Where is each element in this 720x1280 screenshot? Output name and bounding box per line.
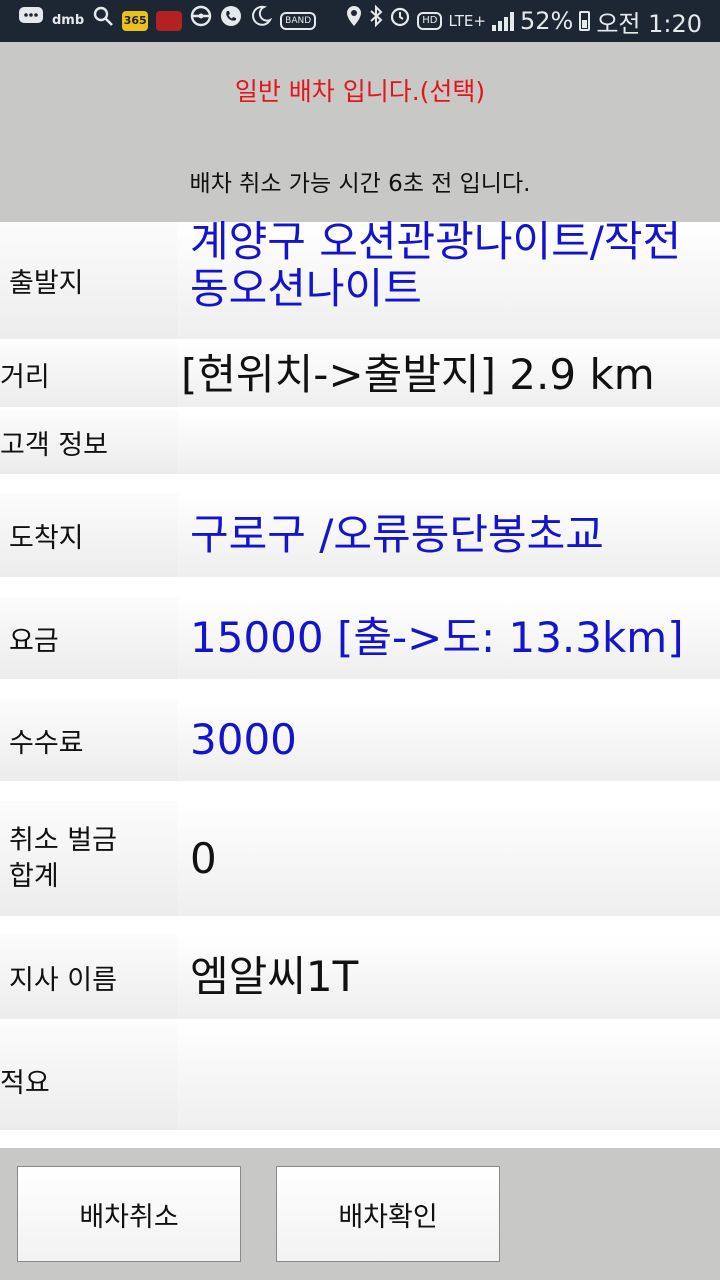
battery-percent: 52% bbox=[519, 7, 574, 35]
message-icon bbox=[18, 0, 44, 42]
clock: 오전 1:20 bbox=[596, 9, 702, 38]
band-icon: BAND bbox=[280, 12, 317, 30]
penalty-value: 0 bbox=[190, 833, 217, 883]
branch-value: 엠알씨1T bbox=[190, 952, 359, 1002]
cancel-dispatch-button[interactable]: 배차취소 bbox=[17, 1166, 241, 1262]
branch-label: 지사 이름 bbox=[0, 935, 178, 1019]
row-distance: 거리 [현위치->출발지] 2.9 km bbox=[0, 342, 720, 407]
departure-cell: 계양구 오션관광나이트/작전동오션나이트 bbox=[181, 218, 720, 339]
row-departure: 출발지 계양구 오션관광나이트/작전동오션나이트 bbox=[0, 218, 720, 339]
branch-cell: 엠알씨1T bbox=[181, 935, 720, 1019]
fare-cell: 15000 [출->도: 13.3km] bbox=[181, 597, 720, 679]
fee-cell: 3000 bbox=[181, 699, 720, 781]
action-bar: 배차취소 배차확인 bbox=[0, 1148, 720, 1280]
distance-value: [현위치->출발지] 2.9 km bbox=[181, 349, 655, 399]
dmb-icon: dmb bbox=[52, 13, 85, 28]
bluetooth-icon bbox=[369, 0, 383, 42]
dispatch-type-title: 일반 배차 입니다.(선택) bbox=[234, 77, 486, 106]
row-fee: 수수료 3000 bbox=[0, 699, 720, 781]
network-type: LTE+ bbox=[448, 12, 486, 30]
customer-cell bbox=[181, 410, 720, 474]
cancel-time-message: 배차 취소 가능 시간 6초 전 입니다. bbox=[189, 171, 531, 197]
search-icon bbox=[92, 0, 114, 42]
phone-icon bbox=[220, 0, 242, 42]
fee-value: 3000 bbox=[190, 715, 297, 765]
signal-icon bbox=[491, 11, 514, 31]
app-365-icon: 365 bbox=[122, 11, 149, 31]
hd-icon: HD bbox=[417, 12, 443, 30]
penalty-cell: 0 bbox=[181, 801, 720, 916]
departure-label: 출발지 bbox=[0, 222, 178, 339]
row-memo: 적요 bbox=[0, 1022, 720, 1130]
fee-label: 수수료 bbox=[0, 699, 178, 781]
status-right-icons: HD LTE+ 52% 오전 1:20 bbox=[345, 0, 702, 42]
fare-value: 15000 [출->도: 13.3km] bbox=[190, 613, 684, 663]
car-app-icon bbox=[156, 11, 183, 31]
distance-cell: [현위치->출발지] 2.9 km bbox=[181, 342, 720, 407]
arrival-label: 도착지 bbox=[0, 493, 178, 577]
confirm-dispatch-button[interactable]: 배차확인 bbox=[276, 1166, 500, 1262]
memo-cell bbox=[181, 1022, 720, 1130]
row-branch: 지사 이름 엠알씨1T bbox=[0, 935, 720, 1019]
moon-icon bbox=[250, 0, 273, 42]
alarm-icon bbox=[389, 0, 411, 42]
memo-label: 적요 bbox=[0, 1022, 178, 1130]
row-penalty: 취소 벌금 합계 0 bbox=[0, 801, 720, 916]
status-left-icons: dmb 365 BAND bbox=[18, 0, 317, 42]
departure-value: 계양구 오션관광나이트/작전동오션나이트 bbox=[190, 217, 682, 314]
battery-icon bbox=[579, 11, 591, 31]
penalty-label: 취소 벌금 합계 bbox=[0, 801, 178, 916]
row-arrival: 도착지 구로구 /오류동단봉초교 bbox=[0, 493, 720, 577]
location-icon bbox=[345, 0, 363, 42]
arrival-cell: 구로구 /오류동단봉초교 bbox=[181, 493, 720, 577]
customer-label: 고객 정보 bbox=[0, 410, 178, 474]
fare-label: 요금 bbox=[0, 597, 178, 679]
dispatch-notice: 일반 배차 입니다.(선택) 배차 취소 가능 시간 6초 전 입니다. bbox=[0, 42, 720, 222]
row-customer: 고객 정보 bbox=[0, 410, 720, 474]
steering-wheel-icon bbox=[190, 0, 212, 42]
distance-label: 거리 bbox=[0, 342, 178, 407]
status-bar: dmb 365 BAND HD LTE+ 52% 오전 1:20 bbox=[0, 0, 720, 42]
row-fare: 요금 15000 [출->도: 13.3km] bbox=[0, 597, 720, 679]
arrival-value: 구로구 /오류동단봉초교 bbox=[190, 510, 604, 560]
